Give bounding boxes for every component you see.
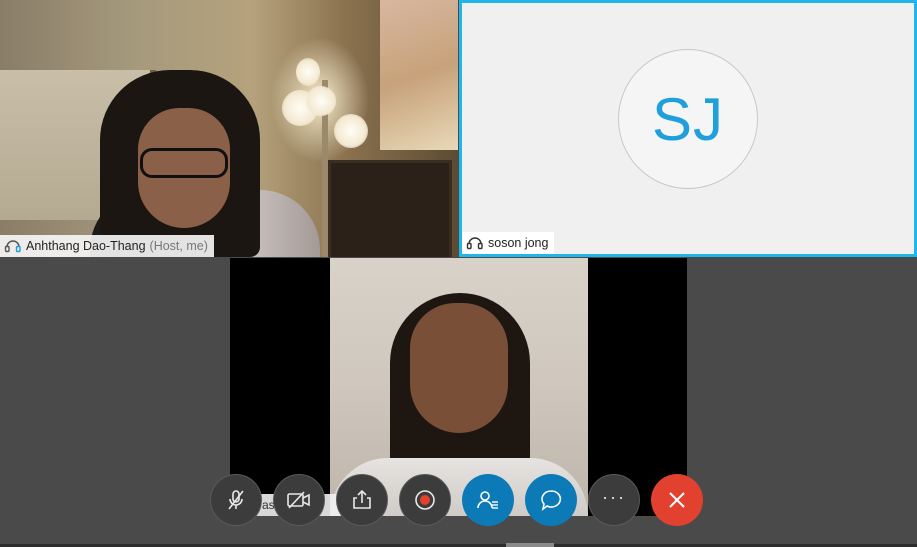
more-button[interactable]: ··· xyxy=(588,474,640,526)
meeting-control-bar: ··· xyxy=(210,474,703,526)
lamp-bulb xyxy=(296,58,320,86)
participants-icon xyxy=(477,491,498,509)
participants-button[interactable] xyxy=(462,474,514,526)
avatar-initials: SJ xyxy=(651,85,725,153)
share-button[interactable] xyxy=(336,474,388,526)
host-role: (Host, me) xyxy=(149,239,208,253)
chat-button[interactable] xyxy=(525,474,577,526)
host-person xyxy=(100,70,270,257)
share-icon xyxy=(353,489,371,509)
remote-participant-tile[interactable]: SJ soson jong xyxy=(459,0,917,257)
end-call-button[interactable] xyxy=(651,474,703,526)
video-off-icon xyxy=(287,491,310,509)
microphone-muted-icon xyxy=(228,490,244,510)
record-button[interactable] xyxy=(399,474,451,526)
mute-button[interactable] xyxy=(210,474,262,526)
host-video-tile[interactable]: Anhthang Dao-Thang (Host, me) xyxy=(0,0,458,257)
chat-icon xyxy=(541,490,562,511)
lamp-bulb xyxy=(306,86,336,116)
host-name: Anhthang Dao-Thang xyxy=(26,239,146,253)
speaker-face xyxy=(410,303,508,433)
host-name-label: Anhthang Dao-Thang (Host, me) xyxy=(0,235,214,257)
background-wall-art xyxy=(380,0,458,150)
headset-icon xyxy=(4,238,22,254)
avatar: SJ xyxy=(618,49,758,189)
remote-name-label: soson jong xyxy=(462,232,555,254)
remote-name: soson jong xyxy=(488,236,549,250)
more-icon: ··· xyxy=(602,486,626,507)
resize-handle[interactable] xyxy=(506,543,554,547)
close-icon xyxy=(669,492,685,508)
headset-icon xyxy=(466,235,484,251)
video-button[interactable] xyxy=(273,474,325,526)
record-icon xyxy=(415,490,435,510)
background-monitor xyxy=(328,160,452,257)
lamp-bulb xyxy=(334,114,368,148)
